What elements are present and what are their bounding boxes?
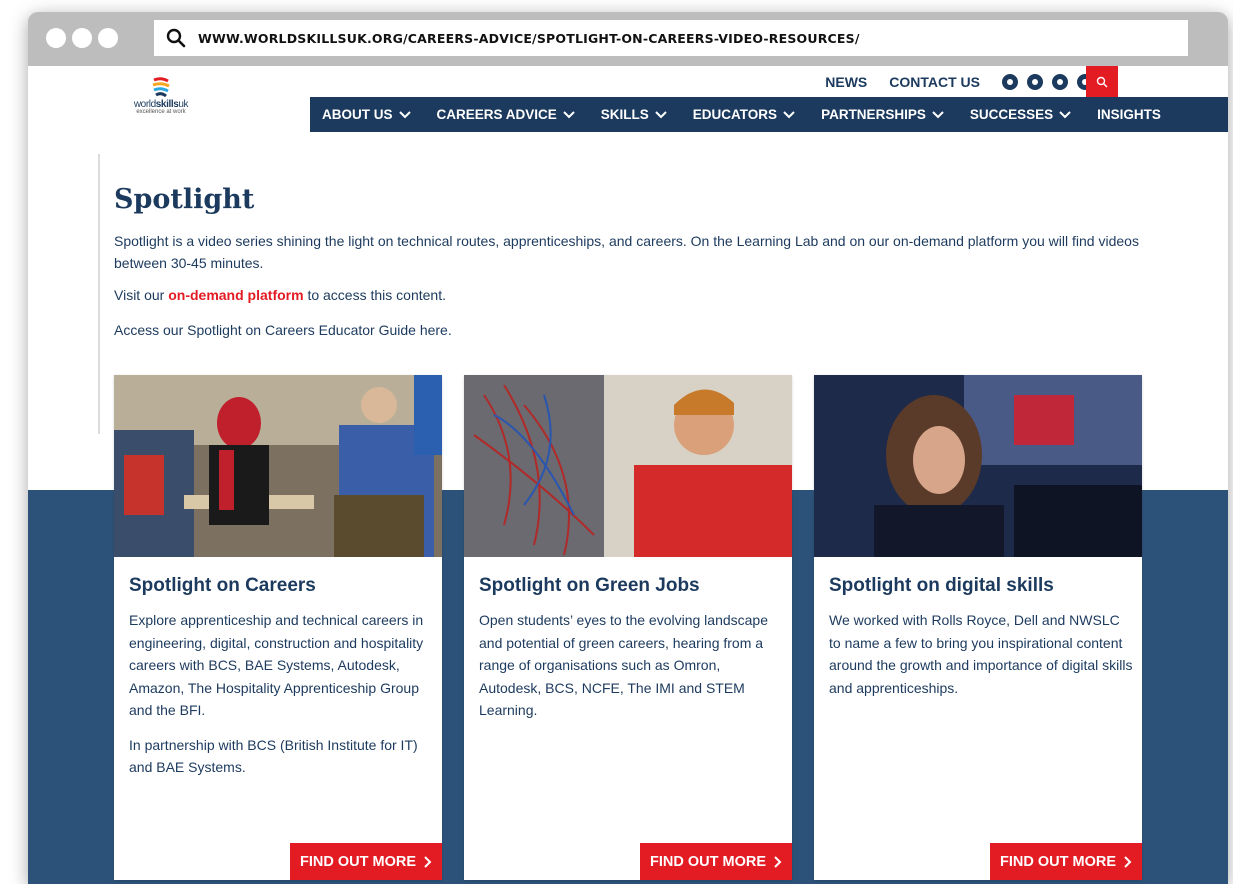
card-spotlight-digital-skills: Spotlight on digital skills We worked wi…	[814, 375, 1142, 880]
nav-insights[interactable]: INSIGHTS	[1097, 107, 1161, 122]
intro-text: Spotlight is a video series shining the …	[114, 233, 1139, 271]
find-out-more-button[interactable]: FIND OUT MORE	[990, 843, 1142, 880]
card-spotlight-green-jobs: Spotlight on Green Jobs Open students’ e…	[464, 375, 792, 880]
chevron-down-icon	[783, 110, 795, 118]
card-paragraph: Explore apprenticeship and technical car…	[129, 612, 424, 718]
card-paragraph: We worked with Rolls Royce, Dell and NWS…	[829, 612, 1133, 696]
on-demand-platform-link[interactable]: on-demand platform	[168, 287, 303, 303]
card-image-careers[interactable]	[114, 375, 442, 557]
nav-partnerships[interactable]: PARTNERSHIPS	[821, 107, 944, 122]
nav-about-us[interactable]: ABOUT US	[322, 107, 411, 122]
educator-guide-text: Access our Spotlight on Careers Educator…	[114, 322, 452, 338]
card-paragraph: In partnership with BCS (British Institu…	[129, 736, 418, 776]
chevron-down-icon	[398, 110, 411, 118]
url-text[interactable]: WWW.WORLDSKILLSUK.ORG/CAREERS-ADVICE/SPO…	[198, 31, 860, 46]
chevron-right-icon	[1124, 855, 1132, 868]
page-viewport: worldskillsuk excellence at work NEWS CO…	[28, 66, 1228, 884]
nav-successes[interactable]: SUCCESSES	[970, 107, 1071, 122]
content-divider	[98, 154, 100, 434]
logo-tagline: excellence at work	[136, 109, 186, 115]
logo-mark-icon	[152, 77, 170, 98]
find-out-more-button[interactable]: FIND OUT MORE	[640, 843, 792, 880]
contact-us-link[interactable]: CONTACT US	[889, 74, 980, 90]
window-controls	[46, 28, 118, 48]
worldskills-logo[interactable]: worldskillsuk excellence at work	[126, 76, 196, 124]
search-icon	[1096, 76, 1108, 87]
chevron-down-icon	[932, 110, 944, 118]
window-maximize-dot[interactable]	[98, 28, 118, 48]
browser-window: WWW.WORLDSKILLSUK.ORG/CAREERS-ADVICE/SPO…	[28, 12, 1228, 884]
card-spotlight-careers: Spotlight on Careers Explore apprentices…	[114, 375, 442, 880]
search-icon	[154, 20, 198, 56]
chevron-down-icon	[1059, 110, 1071, 118]
twitter-icon[interactable]	[1052, 74, 1068, 90]
chevron-down-icon	[563, 110, 575, 118]
card-title: Spotlight on Green Jobs	[479, 575, 700, 596]
news-link[interactable]: NEWS	[825, 74, 867, 90]
address-bar[interactable]: WWW.WORLDSKILLSUK.ORG/CAREERS-ADVICE/SPO…	[154, 20, 1188, 56]
card-description: Open students’ eyes to the evolving land…	[479, 609, 784, 722]
site-search-button[interactable]	[1086, 66, 1118, 97]
instagram-icon[interactable]	[1027, 74, 1043, 90]
chevron-right-icon	[424, 855, 432, 868]
page-title: Spotlight	[114, 184, 255, 215]
find-out-more-button[interactable]: FIND OUT MORE	[290, 843, 442, 880]
card-description: We worked with Rolls Royce, Dell and NWS…	[829, 609, 1134, 699]
card-image-green-jobs[interactable]	[464, 375, 792, 557]
nav-skills[interactable]: SKILLS	[601, 107, 667, 122]
nav-careers-advice[interactable]: CAREERS ADVICE	[437, 107, 575, 122]
card-title: Spotlight on Careers	[129, 575, 316, 596]
chevron-down-icon	[655, 110, 667, 118]
card-image-digital-skills[interactable]	[814, 375, 1142, 557]
card-description: Explore apprenticeship and technical car…	[129, 609, 434, 779]
facebook-icon[interactable]	[1002, 74, 1018, 90]
visit-text: Visit our on-demand platform to access t…	[114, 287, 446, 303]
utility-nav: NEWS CONTACT US	[825, 67, 1118, 97]
nav-educators[interactable]: EDUCATORS	[693, 107, 795, 122]
card-paragraph: Open students’ eyes to the evolving land…	[479, 612, 769, 718]
main-nav: ABOUT US CAREERS ADVICE SKILLS EDUCATORS…	[310, 97, 1228, 132]
card-title: Spotlight on digital skills	[829, 575, 1054, 596]
window-minimize-dot[interactable]	[72, 28, 92, 48]
chevron-right-icon	[774, 855, 782, 868]
site-header: worldskillsuk excellence at work NEWS CO…	[28, 66, 1228, 132]
window-close-dot[interactable]	[46, 28, 66, 48]
